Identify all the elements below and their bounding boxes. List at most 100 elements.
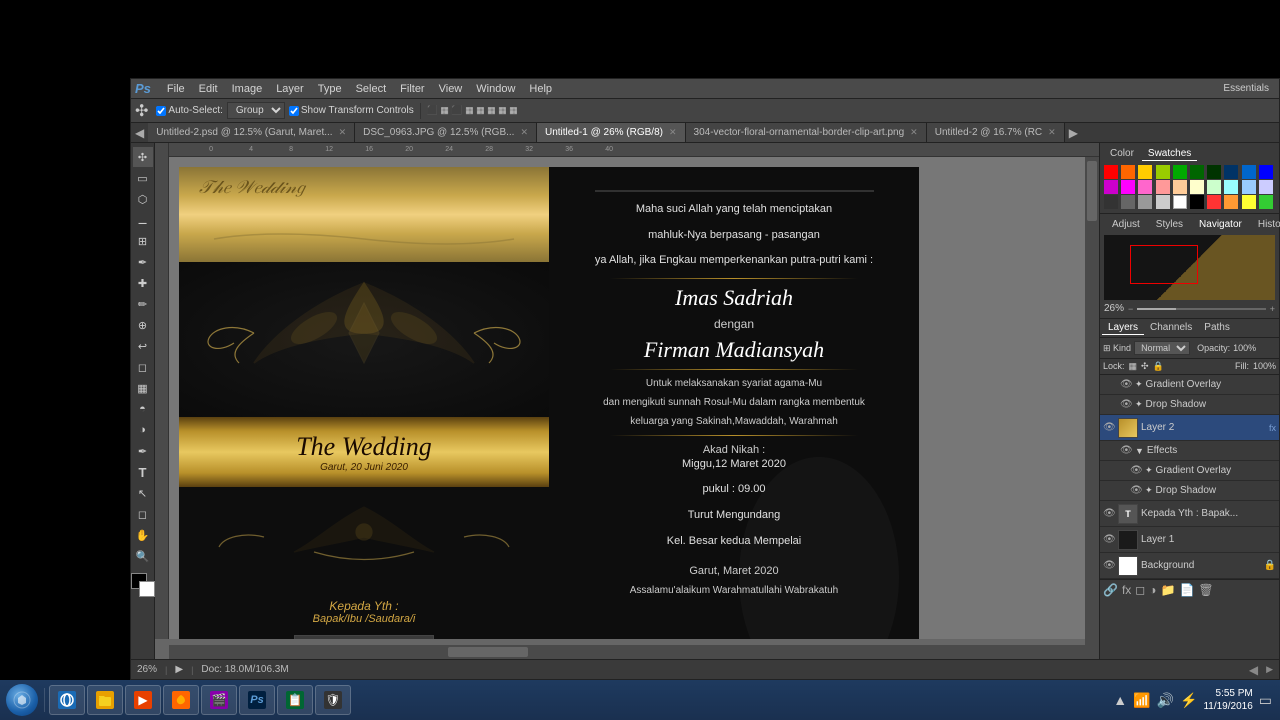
lock-pixels-icon[interactable]: ▦ <box>1129 361 1138 372</box>
taskbar-ie[interactable] <box>49 685 85 715</box>
layer-eye-icon[interactable]: 👁 <box>1130 485 1142 496</box>
tab-scroll-right[interactable]: ▶ <box>1065 126 1082 140</box>
taskbar-photoshop[interactable]: Ps <box>239 685 275 715</box>
move-tool[interactable]: ✣ <box>133 147 153 167</box>
eyedropper-tool[interactable]: ✒ <box>133 252 153 272</box>
add-mask-icon[interactable]: ◻ <box>1135 583 1145 597</box>
swatch[interactable] <box>1259 180 1273 194</box>
delete-layer-icon[interactable]: 🗑 <box>1198 583 1213 597</box>
swatch[interactable] <box>1190 180 1204 194</box>
menu-type[interactable]: Type <box>312 82 348 96</box>
menu-file[interactable]: File <box>161 82 191 96</box>
eraser-tool[interactable]: ◻ <box>133 357 153 377</box>
swatch[interactable] <box>1104 195 1118 209</box>
paths-tab[interactable]: Paths <box>1198 321 1236 335</box>
link-layers-icon[interactable]: 🔗 <box>1103 583 1118 597</box>
new-group-icon[interactable]: 📁 <box>1161 583 1176 597</box>
layer-effects-group[interactable]: 👁 ▼ Effects <box>1100 441 1279 461</box>
menu-layer[interactable]: Layer <box>270 82 310 96</box>
styles-tab[interactable]: Styles <box>1148 218 1191 231</box>
battery-icon[interactable]: ⚡ <box>1180 692 1197 709</box>
start-button[interactable] <box>4 682 40 718</box>
menu-view[interactable]: View <box>433 82 469 96</box>
swatch[interactable] <box>1190 165 1204 179</box>
layer-eye-icon[interactable]: 👁 <box>1103 422 1115 433</box>
marquee-tool[interactable]: ▭ <box>133 168 153 188</box>
network-icon[interactable]: 📶 <box>1133 692 1150 709</box>
adjust-tab[interactable]: Adjust <box>1104 218 1148 231</box>
vertical-scrollbar[interactable] <box>1085 157 1099 645</box>
tab-untitled2[interactable]: Untitled-2.psd @ 12.5% (Garut, Maret... … <box>148 123 355 143</box>
auto-select-checkbox[interactable]: Auto-Select: <box>156 105 222 116</box>
swatch[interactable] <box>1259 165 1273 179</box>
transform-checkbox[interactable]: Show Transform Controls <box>289 105 414 116</box>
history-brush[interactable]: ↩ <box>133 336 153 356</box>
tab-floral[interactable]: 304-vector-floral-ornamental-border-clip… <box>686 123 927 143</box>
layer-eye-icon[interactable]: 👁 <box>1103 560 1115 571</box>
essentials-label[interactable]: Essentials <box>1217 83 1275 94</box>
menu-filter[interactable]: Filter <box>394 82 430 96</box>
brush-tool[interactable]: ✏ <box>133 294 153 314</box>
menu-help[interactable]: Help <box>523 82 558 96</box>
tab-close-untitled2b[interactable]: ✕ <box>1048 127 1056 138</box>
swatch[interactable] <box>1156 180 1170 194</box>
tab-close-floral[interactable]: ✕ <box>910 127 918 138</box>
tab-scroll-left[interactable]: ◀ <box>131 126 148 140</box>
new-layer-icon[interactable]: 📄 <box>1179 583 1194 597</box>
layer-drop-shadow-1[interactable]: 👁 ✦ Drop Shadow <box>1100 395 1279 415</box>
add-style-icon[interactable]: fx <box>1122 583 1131 597</box>
swatch[interactable] <box>1138 180 1152 194</box>
scroll-thumb[interactable] <box>448 647 528 657</box>
menu-select[interactable]: Select <box>350 82 393 96</box>
fg-bg-colors[interactable] <box>131 573 155 597</box>
taskbar-app6[interactable]: 📋 <box>277 685 313 715</box>
histogram-tab[interactable]: Histogr <box>1250 218 1280 231</box>
crop-tool[interactable]: ⊞ <box>133 231 153 251</box>
color-tab[interactable]: Color <box>1104 147 1140 161</box>
layer-drop-shadow-2[interactable]: 👁 ✦ Drop Shadow <box>1100 481 1279 501</box>
new-adjustment-icon[interactable]: ◑ <box>1149 583 1156 597</box>
swatch[interactable] <box>1173 180 1187 194</box>
swatch[interactable] <box>1242 180 1256 194</box>
clone-tool[interactable]: ⊕ <box>133 315 153 335</box>
swatch[interactable] <box>1156 195 1170 209</box>
menu-edit[interactable]: Edit <box>193 82 224 96</box>
type-tool[interactable]: T <box>133 462 153 482</box>
swatches-tab[interactable]: Swatches <box>1142 147 1197 161</box>
zoom-slider[interactable] <box>1137 308 1265 310</box>
lock-move-icon[interactable]: ✣ <box>1141 361 1149 372</box>
swatch[interactable] <box>1207 195 1221 209</box>
menu-window[interactable]: Window <box>470 82 521 96</box>
dodge-tool[interactable]: ◑ <box>133 420 153 440</box>
layers-tab[interactable]: Layers <box>1102 321 1144 335</box>
menu-image[interactable]: Image <box>226 82 269 96</box>
blur-tool[interactable]: ◓ <box>133 399 153 419</box>
zoom-status[interactable]: 26% <box>137 664 157 675</box>
tray-arrow-icon[interactable]: ▲ <box>1113 692 1127 708</box>
canvas-area[interactable]: 0 4 8 12 16 20 24 28 32 36 40 <box>155 143 1099 659</box>
group-select[interactable]: Group <box>227 102 285 119</box>
swatch[interactable] <box>1138 165 1152 179</box>
tab-close-untitled2[interactable]: ✕ <box>339 127 347 138</box>
layer-eye-icon[interactable]: 👁 <box>1103 534 1115 545</box>
healing-tool[interactable]: ✚ <box>133 273 153 293</box>
layer-eye-icon[interactable]: 👁 <box>1120 445 1132 456</box>
swatch[interactable] <box>1138 195 1152 209</box>
swatch[interactable] <box>1156 165 1170 179</box>
swatch[interactable] <box>1242 195 1256 209</box>
quick-select-tool[interactable]: ⚊ <box>133 210 153 230</box>
transform-input[interactable] <box>289 106 299 116</box>
swatch[interactable] <box>1104 165 1118 179</box>
tab-untitled1[interactable]: Untitled-1 @ 26% (RGB/8) ✕ <box>537 123 686 143</box>
taskbar-video[interactable]: 🎬 <box>201 685 237 715</box>
layer-eye-icon[interactable]: 👁 <box>1120 399 1132 410</box>
swatch[interactable] <box>1121 195 1135 209</box>
path-select[interactable]: ↖ <box>133 483 153 503</box>
taskbar-clock[interactable]: 5:55 PM 11/19/2016 <box>1203 687 1252 713</box>
hand-tool[interactable]: ✋ <box>133 525 153 545</box>
swatch[interactable] <box>1173 165 1187 179</box>
swatch[interactable] <box>1207 165 1221 179</box>
layer-eye-icon[interactable]: 👁 <box>1103 508 1115 519</box>
layer-kepada[interactable]: 👁 T Kepada Yth : Bapak... <box>1100 501 1279 527</box>
swatch[interactable] <box>1190 195 1204 209</box>
